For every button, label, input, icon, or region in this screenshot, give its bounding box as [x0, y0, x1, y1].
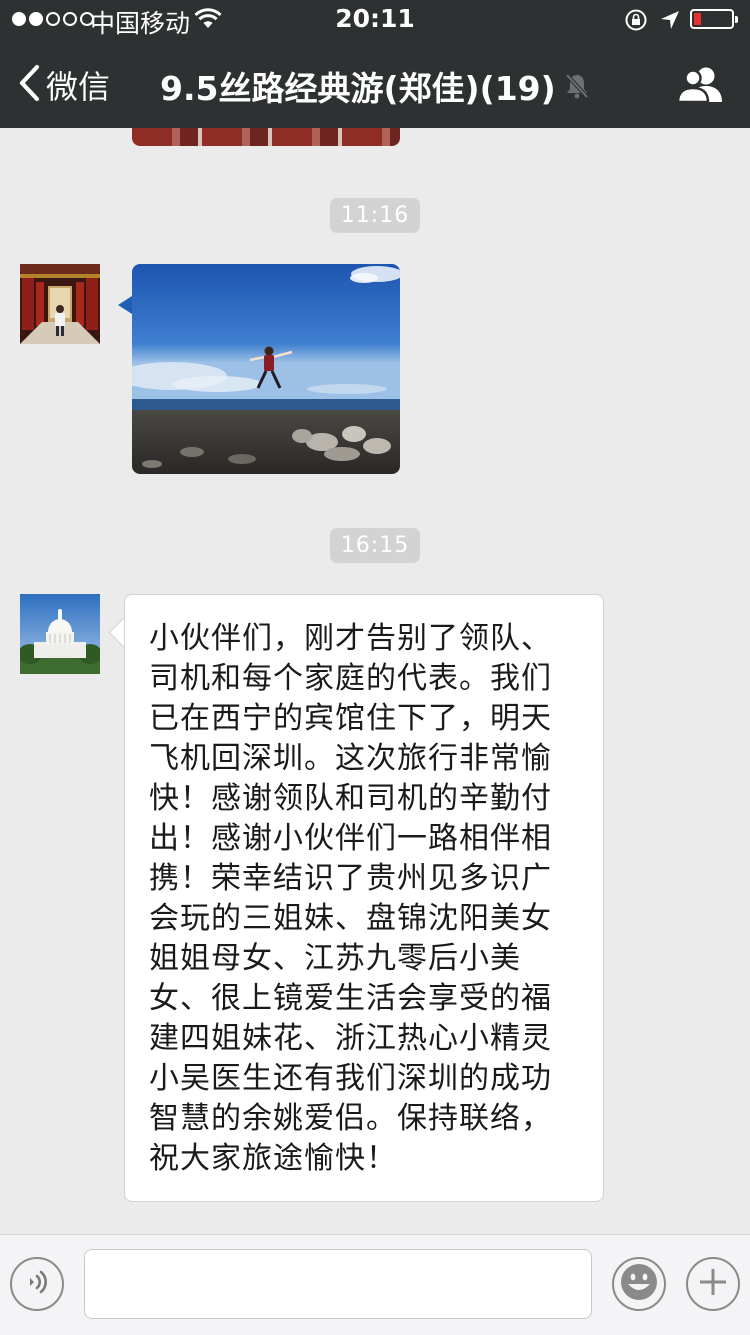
mute-bell-icon — [564, 72, 590, 104]
location-arrow-icon — [659, 8, 681, 38]
voice-button[interactable] — [10, 1257, 64, 1311]
back-button[interactable]: 微信 — [18, 62, 110, 108]
message-input[interactable] — [84, 1249, 592, 1319]
emoji-button[interactable] — [612, 1257, 666, 1311]
back-label: 微信 — [46, 68, 111, 106]
chat-title: 9.5丝路经典游(郑佳)(19) — [160, 69, 556, 108]
back-chevron-icon — [18, 64, 40, 106]
image-message[interactable] — [132, 264, 400, 474]
bubble-tail — [118, 296, 132, 314]
chat-area[interactable]: 11:16 16:15 小伙伴们，刚才告别了领队、司机和每个家庭的代表。我们已在… — [0, 128, 750, 1234]
plus-button[interactable] — [686, 1257, 740, 1311]
text-message[interactable]: 小伙伴们，刚才告别了领队、司机和每个家庭的代表。我们已在西宁的宾馆住下了，明天飞… — [124, 594, 604, 1202]
battery-icon — [690, 9, 738, 29]
image-message-partial[interactable] — [132, 128, 400, 146]
voice-icon — [22, 1267, 52, 1301]
timestamp: 16:15 — [0, 528, 750, 563]
timestamp-label: 11:16 — [329, 198, 421, 233]
battery-level — [694, 13, 701, 25]
timestamp-label: 16:15 — [329, 528, 421, 563]
input-bar — [0, 1234, 750, 1335]
nav-bar: 微信 9.5丝路经典游(郑佳)(19) — [0, 40, 750, 128]
sender-avatar[interactable] — [20, 594, 100, 674]
timestamp: 11:16 — [0, 198, 750, 233]
group-members-icon[interactable] — [676, 64, 724, 108]
rotation-lock-icon — [624, 8, 648, 39]
top-bar: 中国移动 20:11 微信 9.5丝路经典游(郑佳)(19) — [0, 0, 750, 128]
status-bar: 中国移动 20:11 — [0, 0, 750, 40]
plus-icon — [697, 1266, 729, 1302]
emoji-icon — [617, 1260, 661, 1308]
sender-avatar[interactable] — [20, 264, 100, 344]
